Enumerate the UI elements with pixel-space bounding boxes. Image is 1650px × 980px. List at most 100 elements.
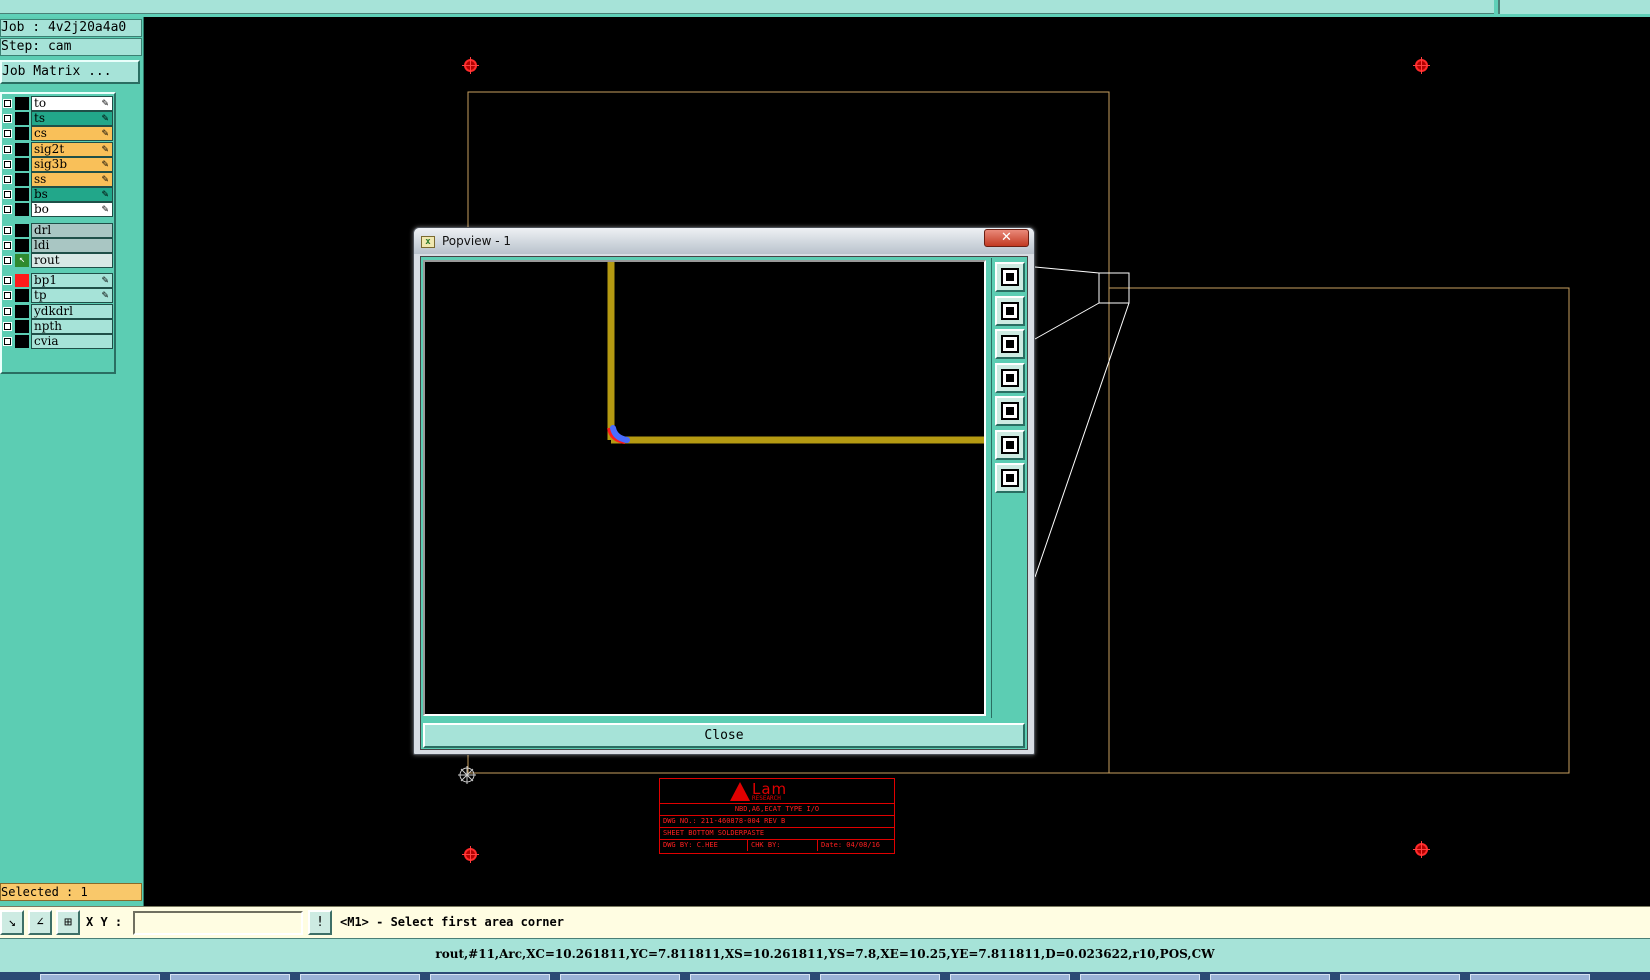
layer-marker[interactable] (15, 112, 29, 126)
close-button[interactable]: Close (423, 723, 1025, 748)
layer-row-rout[interactable]: ↖ rout (2, 253, 114, 268)
layer-row-drl[interactable]: drl (2, 222, 114, 238)
popview-canvas[interactable] (423, 260, 986, 716)
snap-tool-icon[interactable]: ⊞ (56, 910, 80, 935)
layer-checkbox[interactable] (3, 337, 12, 346)
command-prompt: <M1> - Select first area corner (340, 915, 564, 929)
work-layer-arrow-icon[interactable]: ↖ (15, 254, 29, 267)
layer-checkbox[interactable] (3, 256, 12, 265)
layer-row-sig2t[interactable]: sig2t ✎ (2, 141, 114, 157)
taskbar-item[interactable] (170, 974, 290, 980)
layer-row-bo[interactable]: bo ✎ (2, 202, 114, 218)
layer-marker[interactable] (15, 188, 29, 202)
layer-name[interactable]: bs ✎ (31, 187, 113, 203)
layer-marker[interactable] (15, 97, 29, 110)
layer-name[interactable]: tp ✎ (31, 288, 113, 304)
layer-checkbox[interactable] (3, 190, 12, 200)
layer-checkbox[interactable] (3, 205, 12, 215)
layer-checkbox[interactable] (3, 175, 12, 184)
layer-checkbox[interactable] (3, 321, 12, 331)
layer-marker[interactable] (15, 127, 29, 141)
layer-marker[interactable] (15, 203, 29, 217)
taskbar-item[interactable] (1470, 974, 1590, 980)
layer-marker[interactable] (15, 238, 29, 252)
layer-name[interactable]: cs ✎ (31, 126, 113, 142)
layer-name[interactable]: ss ✎ (31, 172, 113, 187)
layer-row-cs[interactable]: cs ✎ (2, 126, 114, 142)
popview-titlebar[interactable]: x Popview - 1 ✕ (414, 228, 1034, 254)
layer-row-ydkdrl[interactable]: ydkdrl (2, 303, 114, 319)
xy-input[interactable] (133, 911, 303, 935)
layer-name[interactable]: rout (31, 253, 113, 268)
layer-name[interactable]: ts ✎ (31, 111, 113, 127)
layer-checkbox[interactable] (3, 99, 12, 108)
layer-checkbox[interactable] (3, 291, 12, 301)
layer-name[interactable]: bp1 ✎ (31, 273, 113, 289)
taskbar-item[interactable] (690, 974, 810, 980)
pan-right-icon[interactable] (995, 396, 1025, 426)
layer-name[interactable]: npth (31, 318, 113, 334)
zoom-out-icon[interactable] (995, 463, 1025, 493)
layer-marker[interactable] (15, 142, 29, 156)
layer-name[interactable]: cvia (31, 334, 113, 349)
taskbar-item[interactable] (820, 974, 940, 980)
layer-name[interactable]: to ✎ (31, 96, 113, 111)
layer-row-cvia[interactable]: cvia (2, 334, 114, 349)
top-bar (0, 0, 1650, 17)
taskbar-item[interactable] (560, 974, 680, 980)
taskbar-item[interactable] (1080, 974, 1200, 980)
taskbar-item[interactable] (430, 974, 550, 980)
measure-tool-icon[interactable]: ∠ (28, 910, 52, 935)
layer-name[interactable]: sig3b ✎ (31, 156, 113, 172)
layer-row-ldi[interactable]: ldi (2, 237, 114, 253)
affected-layer-marker[interactable] (15, 274, 29, 288)
layer-name[interactable]: sig2t ✎ (31, 141, 113, 157)
layer-row-bp1[interactable]: bp1 ✎ (2, 273, 114, 289)
taskbar-item[interactable] (1210, 974, 1330, 980)
layer-marker[interactable] (15, 304, 29, 318)
layer-marker[interactable] (15, 173, 29, 186)
layer-name[interactable]: drl (31, 222, 113, 238)
layer-marker[interactable] (15, 223, 29, 237)
job-matrix-button[interactable]: Job Matrix ... (0, 60, 140, 84)
layer-row-ss[interactable]: ss ✎ (2, 172, 114, 187)
layer-edit-icon: ✎ (101, 114, 109, 125)
title-block-cell: Date: 04/08/16 (821, 841, 881, 849)
layer-row-bs[interactable]: bs ✎ (2, 187, 114, 203)
layer-checkbox[interactable] (3, 159, 12, 169)
layer-marker[interactable] (15, 335, 29, 348)
alert-icon[interactable]: ! (308, 910, 332, 935)
layer-checkbox[interactable] (3, 225, 12, 235)
layer-marker[interactable] (15, 157, 29, 171)
pan-up-icon[interactable] (995, 295, 1025, 326)
taskbar-item[interactable] (1340, 974, 1460, 980)
layer-checkbox[interactable] (3, 144, 12, 154)
line-tool-icon[interactable]: ↘ (0, 910, 24, 935)
layer-row-ts[interactable]: ts ✎ (2, 111, 114, 127)
layer-row-to[interactable]: to ✎ (2, 96, 114, 111)
taskbar-item[interactable] (950, 974, 1070, 980)
zoom-out-glyph (1001, 469, 1019, 487)
layer-checkbox[interactable] (3, 240, 12, 250)
layer-name[interactable]: bo ✎ (31, 202, 113, 218)
window-close-button[interactable]: ✕ (984, 229, 1029, 247)
layer-marker[interactable] (15, 289, 29, 303)
taskbar-item[interactable] (300, 974, 420, 980)
layer-checkbox[interactable] (3, 276, 12, 286)
top-bar-right-field (1498, 0, 1650, 14)
zoom-fit-icon[interactable] (995, 262, 1025, 292)
layer-row-sig3b[interactable]: sig3b ✎ (2, 156, 114, 172)
layer-row-tp[interactable]: tp ✎ (2, 288, 114, 304)
layer-checkbox[interactable] (3, 306, 12, 316)
layer-marker[interactable] (15, 319, 29, 333)
pan-down-icon[interactable] (995, 329, 1025, 359)
layer-row-npth[interactable]: npth (2, 318, 114, 334)
layer-name[interactable]: ldi (31, 237, 113, 253)
title-block-logo: Lam RESEARCH (660, 779, 894, 804)
zoom-in-icon[interactable] (995, 429, 1025, 460)
layer-checkbox[interactable] (3, 114, 12, 124)
taskbar-item[interactable] (40, 974, 160, 980)
layer-checkbox[interactable] (3, 129, 12, 139)
layer-name[interactable]: ydkdrl (31, 303, 113, 319)
pan-left-icon[interactable] (995, 362, 1025, 393)
